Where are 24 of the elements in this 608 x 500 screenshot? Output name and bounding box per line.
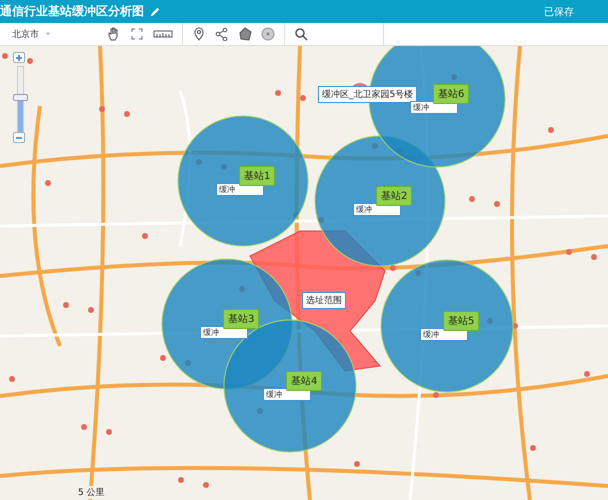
zoom-slider-thumb[interactable] [13, 94, 28, 101]
circle-icon[interactable] [261, 27, 275, 41]
polygon-icon[interactable] [238, 27, 252, 41]
station-tag: 基站4 [286, 371, 322, 391]
search-icon[interactable] [294, 27, 308, 41]
map-title: 通信行业基站缓冲区分析图 [0, 3, 144, 20]
zoom-out-button[interactable] [13, 132, 25, 143]
city-dropdown[interactable]: 北京市 [0, 26, 98, 42]
zoom-in-button[interactable] [13, 52, 25, 63]
scale-label: 5 公里 [76, 486, 107, 499]
site-area-label: 选址范围 [302, 292, 346, 309]
fullscreen-icon[interactable] [130, 27, 144, 41]
point-label: 缓冲区_北卫家园5号楼 [318, 86, 418, 103]
station-tag: 基站1 [239, 166, 276, 186]
station-tag: 基站3 [223, 309, 260, 329]
location-pin-icon[interactable] [192, 27, 206, 41]
pencil-icon[interactable] [150, 6, 161, 17]
station-tag: 基站6 [433, 84, 470, 104]
polyline-icon[interactable] [215, 27, 229, 41]
station-tag: 基站2 [376, 186, 412, 206]
plus-icon [14, 53, 24, 63]
station-tag: 基站5 [443, 311, 480, 331]
save-status: 已保存 [544, 6, 574, 18]
caret-icon [45, 31, 51, 37]
